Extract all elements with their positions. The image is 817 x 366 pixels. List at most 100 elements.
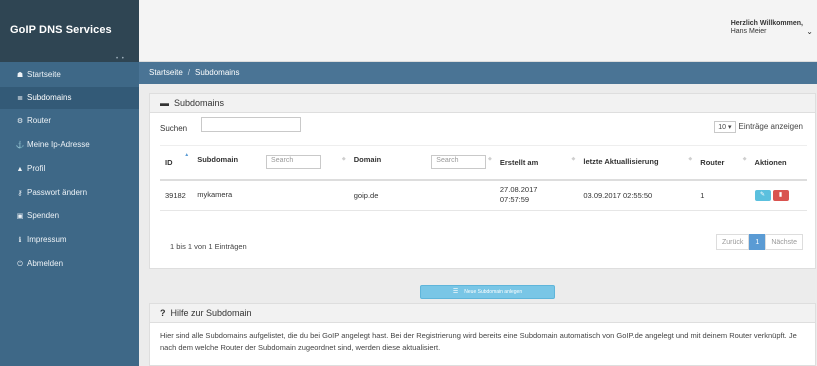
sidebar-item-startseite[interactable]: ☗ Startseite: [0, 64, 139, 86]
breadcrumb-current: Subdomains: [195, 68, 240, 77]
pagination-next[interactable]: Nächste: [765, 234, 803, 250]
gears-icon: ⚙: [16, 118, 24, 125]
subdomains-panel: ▬ Subdomains Suchen 10 ▾ Einträge anzeigen…: [149, 93, 816, 269]
panel-title: Subdomains: [174, 98, 225, 108]
home-icon: ☗: [16, 72, 24, 79]
subdomain-value: mykamera: [197, 190, 233, 200]
money-icon: ▣: [16, 213, 24, 220]
cell-domain: goip.de: [348, 179, 495, 211]
sort-asc-icon: ▲: [184, 152, 190, 158]
sidebar-item-donate[interactable]: ▣ Spenden: [0, 205, 139, 227]
page-length-value: 10: [718, 124, 727, 131]
cell-router: 1: [695, 179, 750, 211]
sort-icon: ◆: [742, 156, 747, 162]
column-header-domain[interactable]: Domain Search ◆: [348, 145, 495, 181]
table-info: 1 bis 1 von 1 Einträgen: [170, 242, 247, 251]
sort-icon: ◆: [488, 156, 492, 162]
delete-button[interactable]: ▮: [772, 189, 789, 201]
sort-icon: ◆: [571, 156, 576, 162]
column-label: Router: [700, 157, 725, 167]
pencil-icon: ✎: [760, 191, 766, 198]
chevron-down-icon[interactable]: ⌄: [806, 27, 813, 36]
info-icon: ℹ: [18, 237, 22, 244]
cell-id: 39182: [160, 179, 193, 211]
cell-actions: ✎ ▮: [749, 179, 807, 211]
breadcrumb-separator: /: [187, 68, 191, 77]
search-input[interactable]: [201, 117, 301, 132]
sidebar-item-label: Spenden: [27, 211, 60, 220]
sidebar-item-label: Profil: [27, 164, 46, 173]
column-label: Aktionen: [754, 157, 787, 167]
search-label: Suchen: [160, 124, 188, 133]
breadcrumb-home[interactable]: Startseite: [149, 68, 183, 77]
plus-icon: ☰: [452, 289, 459, 295]
sidebar-item-label: Passwort ändern: [27, 188, 88, 197]
column-label: ID: [165, 157, 173, 167]
pagination-prev[interactable]: Zurück: [716, 234, 750, 250]
domain-filter-input[interactable]: Search: [431, 155, 487, 170]
question-icon: ?: [160, 308, 166, 318]
edit-button[interactable]: ✎: [754, 189, 771, 201]
column-header-id[interactable]: ID ▲: [160, 145, 193, 181]
welcome-greeting: Herzlich Willkommen,: [730, 20, 803, 27]
sidebar-item-label: Subdomains: [27, 93, 72, 102]
pagination: Zurück 1 Nächste: [716, 234, 803, 250]
page-length-select[interactable]: 10 ▾: [714, 121, 736, 133]
sidebar-item-label: Impressum: [27, 235, 67, 244]
sidebar: ☗ Startseite ≣ Subdomains ⚙ Router ⚓ Meine I…: [0, 62, 139, 366]
help-text: Hier sind alle Subdomains aufgelistet, d…: [160, 331, 797, 352]
sidebar-item-label: Meine Ip-Adresse: [27, 140, 90, 149]
sidebar-item-subdomains[interactable]: ≣ Subdomains: [0, 87, 139, 109]
sort-icon: ◆: [341, 156, 346, 162]
sidebar-item-imprint[interactable]: ℹ Impressum: [0, 229, 139, 251]
table-row: 39182 mykamera goip.de 27.08.2017 07:57:…: [160, 179, 807, 211]
list-icon: ≣: [17, 95, 23, 102]
anchor-icon: ⚓: [15, 142, 25, 149]
column-header-subdomain[interactable]: Subdomain Search ◆: [192, 145, 349, 181]
brand-logo[interactable]: GoIP DNS Services • •: [0, 0, 139, 62]
sidebar-item-label: Router: [27, 116, 52, 125]
sidebar-item-router[interactable]: ⚙ Router: [0, 110, 139, 132]
breadcrumb: Startseite / Subdomains: [139, 62, 817, 84]
new-subdomain-button[interactable]: ☰ Neue Subdomain anlegen: [420, 285, 555, 299]
key-icon: ⚷: [17, 190, 23, 197]
power-icon: ⏻: [17, 261, 23, 268]
pagination-page-1[interactable]: 1: [749, 234, 766, 250]
page-length-label: Einträge anzeigen: [738, 122, 804, 131]
column-label: Erstellt am: [499, 157, 539, 167]
page-length-control: 10 ▾ Einträge anzeigen: [714, 121, 803, 133]
redaction-block: [234, 190, 283, 201]
column-label: Subdomain: [197, 155, 239, 165]
new-subdomain-label: Neue Subdomain anlegen: [464, 289, 523, 295]
user-menu[interactable]: Herzlich Willkommen, Hans Meier: [731, 20, 803, 35]
help-title: Hilfe zur Subdomain: [170, 308, 252, 318]
cell-updated: 03.09.2017 02:55:50: [578, 179, 696, 211]
user-icon: ▲: [16, 166, 24, 173]
cell-created: 27.08.2017 07:57:59: [494, 179, 579, 211]
column-label: letzte Aktuallisierung: [583, 157, 659, 167]
sidebar-item-label: Startseite: [27, 70, 61, 79]
help-panel: ? Hilfe zur Subdomain Hier sind alle Subd…: [149, 303, 816, 366]
cell-subdomain: mykamera: [192, 179, 349, 211]
sidebar-item-ip-address[interactable]: ⚓ Meine Ip-Adresse: [0, 134, 139, 156]
user-name: Hans Meier: [730, 28, 767, 35]
panel-header: ▬ Subdomains: [150, 94, 815, 113]
top-header: GoIP DNS Services • • Herzlich Willkomme…: [0, 0, 817, 62]
sidebar-item-profile[interactable]: ▲ Profil: [0, 158, 139, 180]
created-value: 27.08.2017 07:57:59: [499, 185, 538, 205]
column-header-router[interactable]: Router ◆: [695, 145, 750, 181]
brand-title: GoIP DNS Services: [10, 24, 112, 36]
subdomains-table: ID ▲ Subdomain Search ◆ Domain Search ◆ Erste…: [160, 145, 807, 211]
column-header-actions: Aktionen: [749, 145, 807, 181]
subdomain-filter-input[interactable]: Search: [266, 155, 322, 170]
sidebar-item-logout[interactable]: ⏻ Abmelden: [0, 253, 139, 275]
trash-icon: ▮: [778, 191, 783, 198]
column-label: Domain: [353, 155, 382, 165]
help-panel-header: ? Hilfe zur Subdomain: [150, 304, 815, 323]
column-header-updated[interactable]: letzte Aktuallisierung ◆: [578, 145, 696, 181]
sidebar-item-password[interactable]: ⚷ Passwort ändern: [0, 182, 139, 204]
sort-icon: ◆: [688, 156, 693, 162]
sidebar-item-label: Abmelden: [27, 259, 64, 268]
column-header-created[interactable]: Erstellt am ◆: [494, 145, 579, 181]
list-icon: ▬: [160, 98, 169, 108]
